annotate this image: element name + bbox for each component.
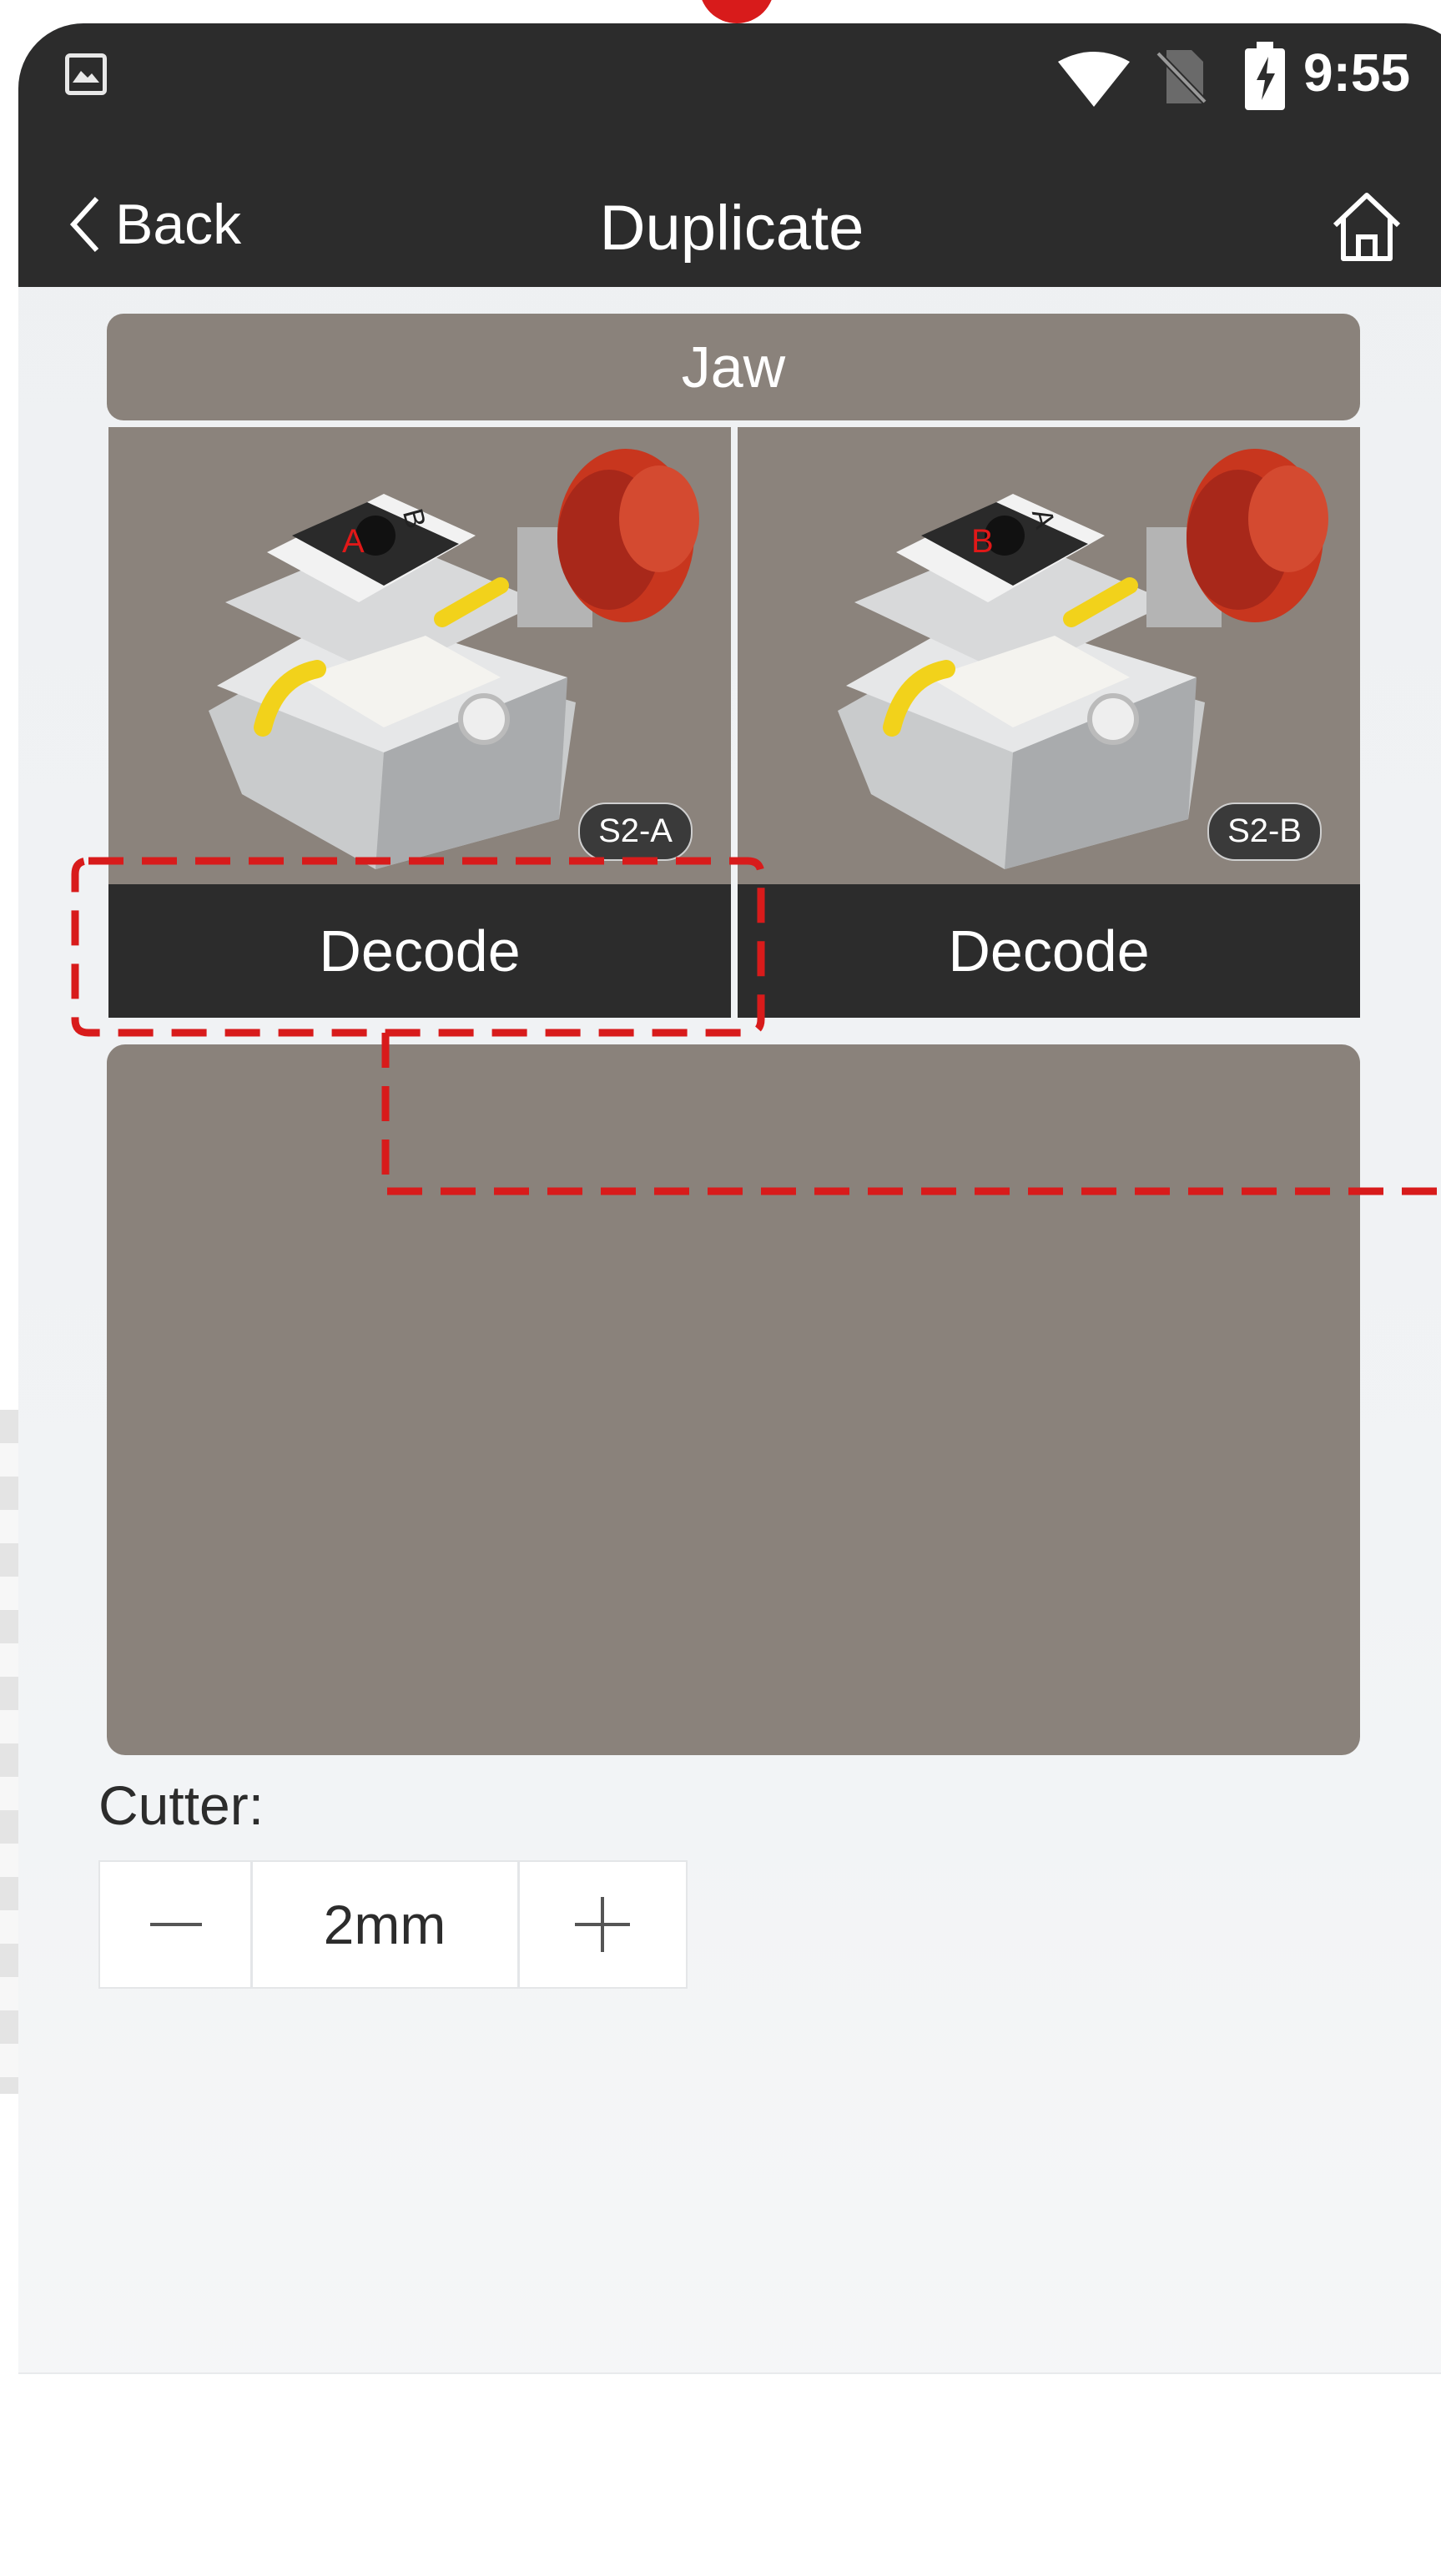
background-edge-strip <box>0 1410 18 2094</box>
jaw-tag: S2-A <box>578 802 693 861</box>
nav-bar: Back Duplicate <box>18 143 1441 287</box>
callout-marker <box>699 0 774 23</box>
phone-screen: 9:55 Back Duplicate Jaw A B S2-A Decode … <box>18 23 1441 2576</box>
jaw-option-s2-b[interactable]: B A S2-B Decode <box>738 427 1360 1018</box>
cutter-stepper: 2mm <box>98 1860 688 1989</box>
svg-text:B: B <box>971 523 994 560</box>
decode-button-s2-a[interactable]: Decode <box>108 884 731 1018</box>
jaw-image: B A S2-B <box>738 427 1360 884</box>
decode-button-s2-b[interactable]: Decode <box>738 884 1360 1018</box>
image-notification-icon <box>65 53 107 95</box>
no-sim-icon <box>1156 50 1207 104</box>
preview-area <box>107 1044 1360 1755</box>
svg-text:A: A <box>342 523 365 560</box>
jaw-option-s2-a[interactable]: A B S2-A Decode <box>108 427 731 1018</box>
jaw-tag: S2-B <box>1207 802 1322 861</box>
minus-icon <box>150 1923 202 1926</box>
jaw-header: Jaw <box>107 314 1360 420</box>
status-bar: 9:55 <box>18 23 1441 143</box>
jaw-image: A B S2-A <box>108 427 731 884</box>
cutter-decrease-button[interactable] <box>100 1862 253 1987</box>
home-icon[interactable] <box>1328 189 1405 265</box>
page-title: Duplicate <box>599 193 864 264</box>
status-time: 9:55 <box>1303 43 1411 103</box>
wifi-icon <box>1058 52 1130 107</box>
plus-icon-stroke <box>601 1897 604 1952</box>
cutter-value: 2mm <box>323 1894 446 1955</box>
cutter-increase-button[interactable] <box>517 1862 688 1987</box>
cutter-label: Cutter: <box>98 1774 265 1836</box>
bottom-panel <box>18 2372 1441 2576</box>
battery-charging-icon <box>1245 42 1285 110</box>
